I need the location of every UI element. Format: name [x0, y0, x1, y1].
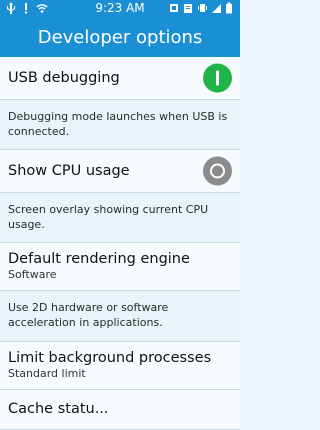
limit-background-row[interactable]: Limit background processes Standard limi… — [0, 342, 240, 390]
action-bar: Developer options — [0, 17, 240, 57]
cache-status-title: Cache statu... — [8, 401, 109, 417]
limit-background-title: Limit background processes — [8, 350, 212, 366]
status-right-icons — [169, 2, 236, 14]
show-cpu-usage-description: Screen overlay showing current CPU usage… — [0, 193, 240, 243]
page-title: Developer options — [37, 26, 203, 48]
silent-icon — [169, 2, 180, 14]
rendering-engine-description: Use 2D hardware or software acceleration… — [0, 291, 240, 342]
show-cpu-usage-title: Show CPU usage — [8, 163, 130, 179]
alarm-icon — [183, 2, 194, 14]
rendering-engine-title: Default rendering engine — [8, 251, 190, 267]
limit-background-value: Standard limit — [8, 367, 86, 380]
vibrate-icon — [197, 2, 208, 14]
battery-icon — [225, 2, 236, 14]
rendering-engine-value: Software — [8, 268, 57, 281]
usb-debugging-row[interactable]: USB debugging — [0, 57, 240, 100]
usb-debugging-title: USB debugging — [8, 70, 120, 86]
cache-status-row[interactable]: Cache statu... — [0, 390, 240, 430]
rendering-engine-desc-text: Use 2D hardware or software acceleration… — [8, 301, 169, 329]
usb-debugging-description: Debugging mode launches when USB is conn… — [0, 100, 240, 150]
signal-icon — [211, 2, 222, 14]
rendering-engine-row[interactable]: Default rendering engine Software — [0, 243, 240, 291]
usb-debugging-desc-text: Debugging mode launches when USB is conn… — [8, 110, 228, 138]
settings-list: USB debugging Debugging mode launches wh… — [0, 57, 240, 430]
show-cpu-usage-toggle[interactable] — [203, 156, 232, 186]
show-cpu-usage-row[interactable]: Show CPU usage — [0, 150, 240, 193]
usb-debugging-toggle[interactable] — [203, 63, 232, 93]
show-cpu-usage-desc-text: Screen overlay showing current CPU usage… — [8, 203, 209, 231]
status-bar: 9:23 AM — [0, 0, 240, 17]
